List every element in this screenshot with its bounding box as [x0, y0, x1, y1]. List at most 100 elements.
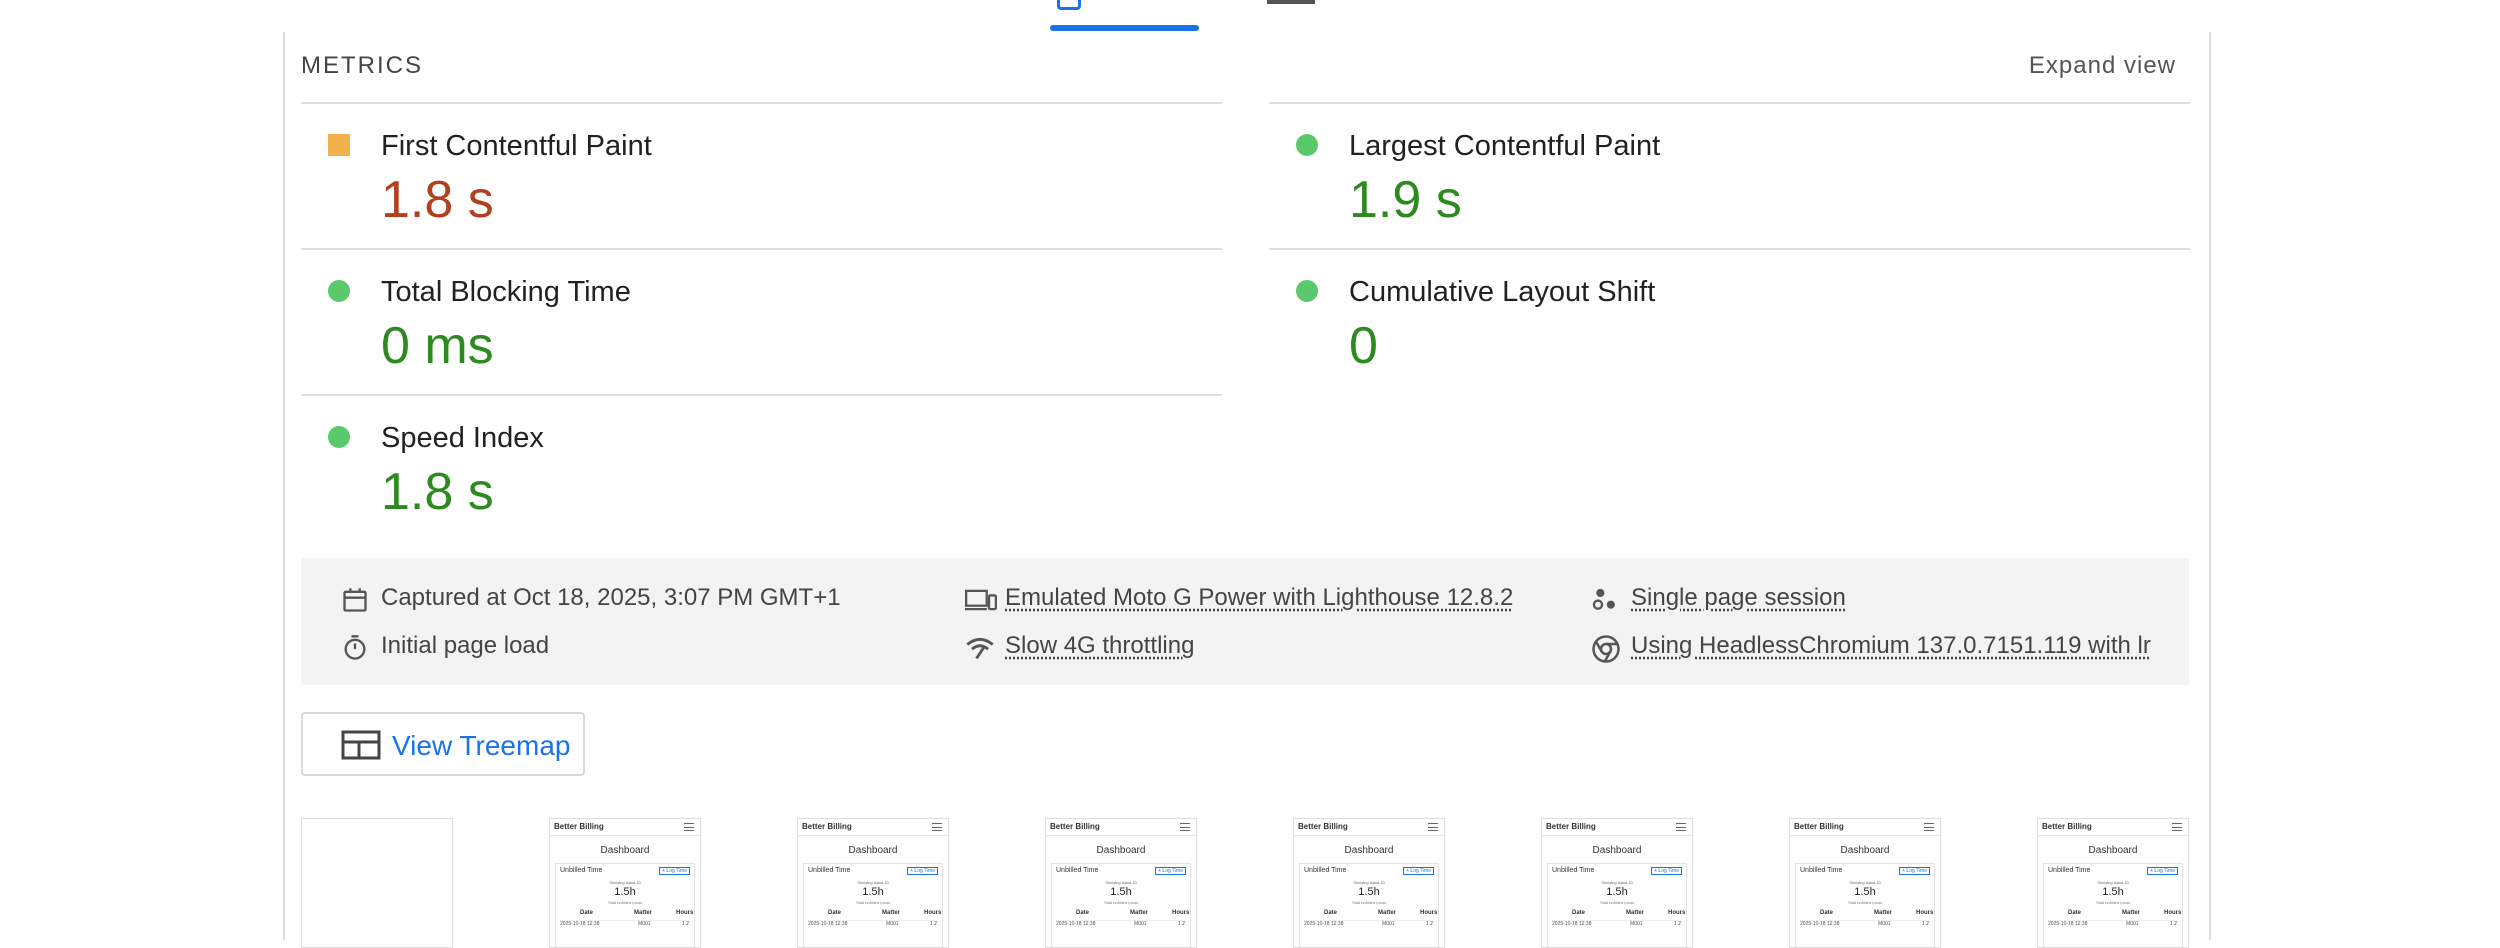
thumb-big-value: 1.5h — [2102, 886, 2124, 898]
chrome-icon — [1592, 635, 1620, 663]
inactive-tab-icon[interactable] — [1267, 0, 1315, 4]
thumb-big-value: 1.5h — [862, 886, 884, 898]
thumb-heading: Dashboard — [848, 845, 898, 856]
thumb-col: Matter — [2122, 910, 2141, 916]
throttling-item[interactable]: Slow 4G throttling — [965, 632, 1545, 664]
captured-at-text: Captured at Oct 18, 2025, 3:07 PM GMT+1 — [381, 584, 841, 611]
thumb-cell: 1.2 — [1922, 921, 1929, 927]
active-tab-icon[interactable] — [1057, 0, 1081, 10]
thumb-col: Matter — [1378, 910, 1397, 916]
thumb-card: Unbilled Time + Log Time Showing latest … — [1299, 863, 1439, 947]
thumb-brand: Better Billing — [1298, 822, 1348, 831]
thumb-card: Unbilled Time + Log Time Showing latest … — [1051, 863, 1191, 947]
thumb-card-title: Unbilled Time — [1056, 867, 1099, 874]
pass-indicator-icon — [1296, 134, 1318, 156]
thumb-cell: M001 — [1878, 921, 1891, 927]
average-indicator-icon — [328, 134, 350, 156]
metric-total-blocking-time: Total Blocking Time 0 ms — [301, 248, 1222, 394]
thumb-big-value: 1.5h — [1110, 886, 1132, 898]
thumb-log-button: + Log Time — [1403, 867, 1434, 875]
metric-title: Largest Contentful Paint — [1349, 130, 1661, 162]
thumb-cell: 1.2 — [1674, 921, 1681, 927]
thumb-cell: M001 — [1134, 921, 1147, 927]
session-link[interactable]: Single page session — [1631, 584, 1846, 612]
thumb-menu-icon — [1924, 823, 1934, 831]
metric-value: 0 — [1349, 317, 1378, 375]
filmstrip-frame-blank — [301, 818, 453, 948]
expand-view-toggle[interactable]: Expand view — [2029, 52, 2176, 80]
thumb-caption: Total unbilled hours — [1103, 900, 1139, 905]
thumb-subtitle: Showing latest 10 — [2097, 880, 2129, 885]
thumb-cell: 2025-10-18 12:38 — [1304, 921, 1344, 927]
thumb-col: Hours — [924, 910, 942, 916]
thumb-brand: Better Billing — [2042, 822, 2092, 831]
page-load-text: Initial page load — [381, 632, 550, 659]
session-item[interactable]: Single page session — [1591, 584, 2151, 616]
thumb-caption: Total unbilled hours — [607, 900, 643, 905]
thumb-col: Date — [2068, 910, 2082, 916]
throttling-link[interactable]: Slow 4G throttling — [1005, 632, 1194, 660]
thumb-col: Date — [580, 910, 594, 916]
filmstrip-frame: Better Billing Dashboard Unbilled Time +… — [797, 818, 949, 948]
thumb-big-value: 1.5h — [1358, 886, 1380, 898]
filmstrip-frame: Better Billing Dashboard Unbilled Time +… — [2037, 818, 2189, 948]
thumb-caption: Total unbilled hours — [2095, 900, 2131, 905]
thumb-menu-icon — [684, 823, 694, 831]
device-emulation-item[interactable]: Emulated Moto G Power with Lighthouse 12… — [965, 584, 1545, 616]
metric-value: 0 ms — [381, 317, 494, 375]
thumb-card-title: Unbilled Time — [808, 867, 851, 874]
session-icon — [1592, 588, 1615, 610]
network-icon — [966, 637, 994, 660]
device-emulation-link[interactable]: Emulated Moto G Power with Lighthouse 12… — [1005, 584, 1513, 612]
thumb-col: Date — [1076, 910, 1090, 916]
thumb-cell: M001 — [886, 921, 899, 927]
thumb-brand: Better Billing — [1546, 822, 1596, 831]
thumb-subtitle: Showing latest 10 — [1601, 880, 1633, 885]
thumb-log-button: + Log Time — [1651, 867, 1682, 875]
thumb-col: Date — [1324, 910, 1338, 916]
run-info-panel: Captured at Oct 18, 2025, 3:07 PM GMT+1 … — [301, 558, 2189, 685]
thumb-card-title: Unbilled Time — [560, 867, 603, 874]
thumb-cell: 2025-10-18 12:38 — [560, 921, 600, 927]
thumb-col: Hours — [676, 910, 694, 916]
page-load-item: Initial page load — [341, 632, 901, 664]
metric-title: First Contentful Paint — [381, 130, 652, 162]
thumb-card: Unbilled Time + Log Time Showing latest … — [1795, 863, 1935, 947]
thumb-brand: Better Billing — [1794, 822, 1844, 831]
thumb-card-title: Unbilled Time — [1552, 867, 1595, 874]
thumb-heading: Dashboard — [1344, 845, 1394, 856]
view-treemap-button[interactable]: View Treemap — [301, 712, 585, 776]
thumb-cell: 2025-10-18 12:38 — [1552, 921, 1592, 927]
pass-indicator-icon — [328, 280, 350, 302]
thumb-cell: M001 — [2126, 921, 2139, 927]
thumb-cell: 2025-10-18 12:38 — [1800, 921, 1840, 927]
thumb-log-button: + Log Time — [1899, 867, 1930, 875]
thumb-card-title: Unbilled Time — [1304, 867, 1347, 874]
thumb-cell: M001 — [1630, 921, 1643, 927]
thumb-cell: 1.2 — [2170, 921, 2177, 927]
browser-link[interactable]: Using HeadlessChromium 137.0.7151.119 wi… — [1631, 632, 2151, 660]
filmstrip-frame: Better Billing Dashboard Unbilled Time +… — [1293, 818, 1445, 948]
thumb-col: Matter — [1874, 910, 1893, 916]
thumb-brand: Better Billing — [1050, 822, 1100, 831]
active-tab-indicator — [1050, 25, 1199, 31]
thumb-subtitle: Showing latest 10 — [1105, 880, 1137, 885]
metric-title: Speed Index — [381, 422, 544, 454]
thumb-log-button: + Log Time — [2147, 867, 2178, 875]
thumb-subtitle: Showing latest 10 — [1849, 880, 1881, 885]
thumb-card: Unbilled Time + Log Time Showing latest … — [1547, 863, 1687, 947]
metric-value: 1.9 s — [1349, 171, 1462, 229]
thumb-cell: 1.2 — [1426, 921, 1433, 927]
thumb-card: Unbilled Time + Log Time Showing latest … — [555, 863, 695, 947]
view-treemap-label: View Treemap — [392, 730, 571, 761]
thumb-caption: Total unbilled hours — [1847, 900, 1883, 905]
metric-title: Total Blocking Time — [381, 276, 631, 308]
filmstrip-frame: Better Billing Dashboard Unbilled Time +… — [1541, 818, 1693, 948]
thumb-col: Hours — [2164, 910, 2182, 916]
thumb-heading: Dashboard — [1840, 845, 1890, 856]
thumb-caption: Total unbilled hours — [1351, 900, 1387, 905]
browser-item[interactable]: Using HeadlessChromium 137.0.7151.119 wi… — [1591, 632, 2166, 666]
thumb-log-button: + Log Time — [1155, 867, 1186, 875]
filmstrip-frame: Better Billing Dashboard Unbilled Time +… — [549, 818, 701, 948]
thumb-cell: 2025-10-18 12:38 — [1056, 921, 1096, 927]
